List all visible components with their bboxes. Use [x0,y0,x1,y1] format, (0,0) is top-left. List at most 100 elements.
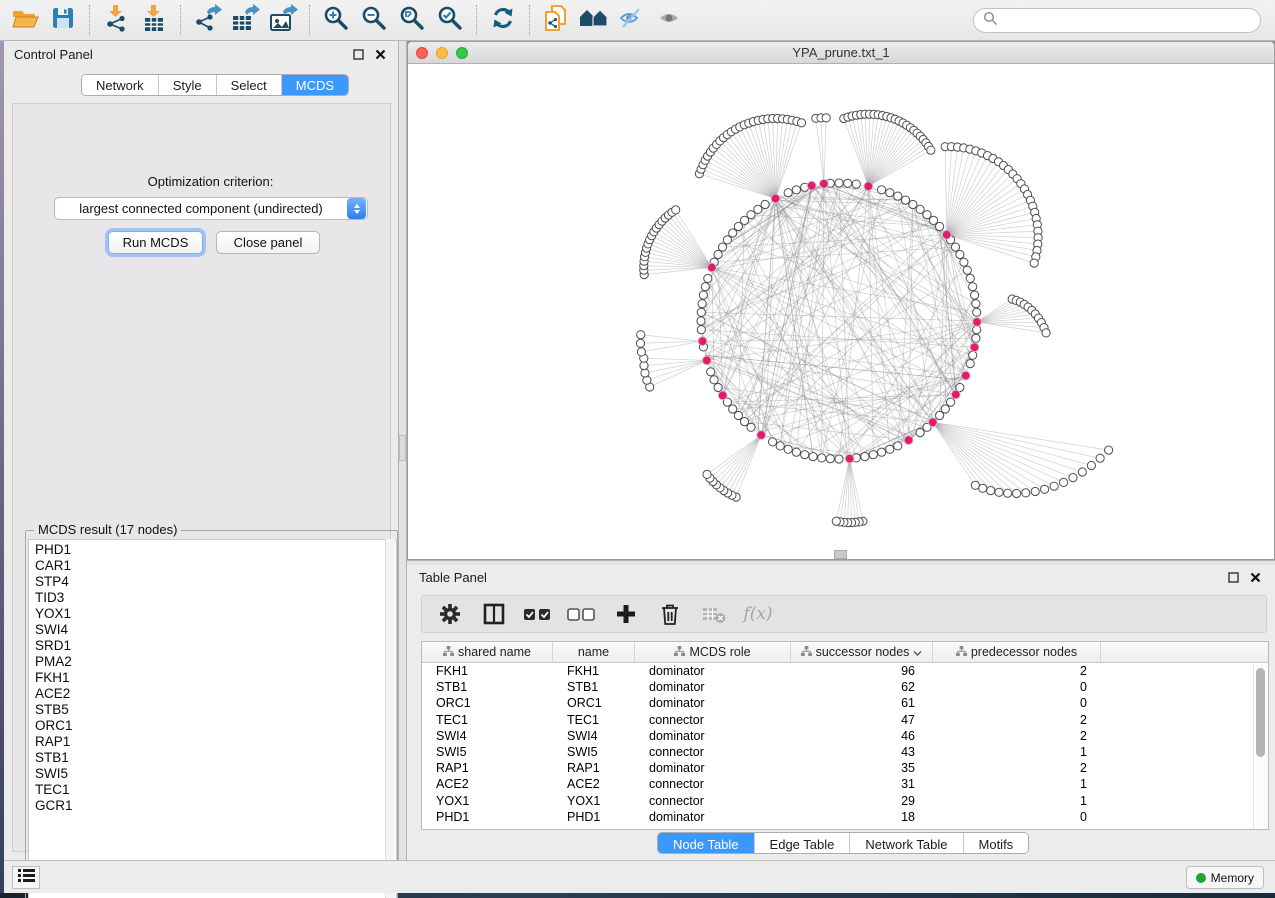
run-mcds-button[interactable]: Run MCDS [108,231,203,254]
save-floppy-icon [51,6,75,35]
export-network-button[interactable] [188,4,226,36]
table-row[interactable]: FKH1FKH1dominator962 [422,663,1268,679]
export-table-button[interactable] [226,4,264,36]
column-header-shared-name[interactable]: shared name [422,642,553,662]
show-all-button[interactable] [651,4,689,36]
hide-selected-button[interactable] [613,4,651,36]
open-session-button[interactable] [6,4,44,36]
zoom-fit-button[interactable] [393,4,431,36]
mcds-result-item[interactable]: ACE2 [35,686,396,702]
table-cell: 2 [933,713,1101,727]
search-input[interactable] [998,13,1238,28]
float-panel-icon[interactable] [350,46,366,62]
delete-column-icon[interactable] [652,599,688,629]
refresh-layout-button[interactable] [484,4,522,36]
tab-node-table[interactable]: Node Table [658,833,754,854]
control-panel-tabs: NetworkStyleSelectMCDS [81,74,349,96]
mcds-result-item[interactable]: SRD1 [35,638,396,654]
mcds-result-item[interactable]: TID3 [35,590,396,606]
search-icon [983,11,998,31]
mcds-result-item[interactable]: YOX1 [35,606,396,622]
column-header-name[interactable]: name [553,642,635,662]
table-scrollbar-thumb[interactable] [1256,668,1265,757]
settings-gear-icon[interactable] [432,599,468,629]
mcds-result-item[interactable]: STP4 [35,574,396,590]
column-header-predecessor-nodes[interactable]: predecessor nodes [933,642,1101,662]
mcds-result-item[interactable]: PMA2 [35,654,396,670]
tab-network[interactable]: Network [82,75,158,95]
table-cell: STB1 [553,680,635,694]
table-row[interactable]: YOX1YOX1connector291 [422,793,1268,809]
mcds-result-item[interactable]: GCR1 [35,798,396,814]
table-cell: 61 [791,696,933,710]
table-row[interactable]: PHD1PHD1dominator180 [422,809,1268,825]
table-row[interactable]: RAP1RAP1dominator352 [422,760,1268,776]
network-canvas[interactable] [408,64,1274,559]
split-pane-handle[interactable] [834,550,847,559]
zoom-out-button[interactable] [355,4,393,36]
show-columns-icon[interactable] [476,599,512,629]
mcds-result-item[interactable]: RAP1 [35,734,396,750]
mcds-result-item[interactable]: STB1 [35,750,396,766]
table-cell: SWI4 [553,729,635,743]
close-panel-icon[interactable] [1247,570,1263,586]
mcds-result-scrollbar[interactable] [385,539,395,898]
tab-mcds[interactable]: MCDS [281,75,348,95]
tab-motifs[interactable]: Motifs [963,833,1029,854]
table-cell: 96 [791,664,933,678]
table-cell: TEC1 [553,713,635,727]
show-eye-icon [656,6,684,35]
splitter-handle[interactable] [399,435,406,461]
column-header-successor-nodes[interactable]: successor nodes [791,642,933,662]
zoom-selected-button[interactable] [431,4,469,36]
duplicate-network-button[interactable] [537,4,575,36]
vertical-splitter[interactable] [399,41,407,860]
export-image-button[interactable] [264,4,302,36]
table-cell: connector [635,794,791,808]
search-field[interactable] [973,8,1261,33]
save-session-button[interactable] [44,4,82,36]
mcds-result-list[interactable]: PHD1CAR1STP4TID3YOX1SWI4SRD1PMA2FKH1ACE2… [28,539,397,898]
task-history-button[interactable] [12,866,40,889]
tab-style[interactable]: Style [158,75,216,95]
table-row[interactable]: SWI5SWI5connector431 [422,744,1268,760]
mcds-result-item[interactable]: FKH1 [35,670,396,686]
table-row[interactable]: SWI4SWI4dominator462 [422,728,1268,744]
delete-table-icon[interactable] [696,599,732,629]
table-scrollbar[interactable] [1253,664,1267,829]
add-column-icon[interactable] [608,599,644,629]
tab-select[interactable]: Select [216,75,281,95]
mcds-result-item[interactable]: CAR1 [35,558,396,574]
table-row[interactable]: STB1STB1dominator620 [422,679,1268,695]
tab-network-table[interactable]: Network Table [849,833,962,854]
node-table: shared namenameMCDS rolesuccessor nodesp… [421,641,1269,830]
import-network-button[interactable] [97,4,135,36]
mcds-result-item[interactable]: TEC1 [35,782,396,798]
tab-edge-table[interactable]: Edge Table [754,833,850,854]
table-cell: 31 [791,777,933,791]
close-panel-icon[interactable] [372,46,388,62]
mcds-result-item[interactable]: STB5 [35,702,396,718]
network-window-titlebar[interactable]: YPA_prune.txt_1 [408,42,1274,64]
select-all-icon[interactable] [520,599,556,629]
close-panel-button[interactable]: Close panel [216,231,320,254]
mcds-result-item[interactable]: SWI4 [35,622,396,638]
zoom-in-button[interactable] [317,4,355,36]
mcds-result-item[interactable]: PHD1 [35,542,396,558]
table-row[interactable]: ORC1ORC1dominator610 [422,695,1268,711]
first-neighbors-button[interactable] [575,4,613,36]
column-header-MCDS-role[interactable]: MCDS role [635,642,791,662]
import-table-button[interactable] [135,4,173,36]
deselect-all-icon[interactable] [564,599,600,629]
float-panel-icon[interactable] [1225,570,1241,586]
memory-button[interactable]: Memory [1186,866,1264,889]
optimization-criterion-select[interactable]: largest connected component (undirected) [54,197,368,220]
mcds-result-item[interactable]: ORC1 [35,718,396,734]
export-network-icon [192,4,222,37]
table-cell: connector [635,745,791,759]
table-row[interactable]: TEC1TEC1connector472 [422,712,1268,728]
mcds-result-item[interactable]: SWI5 [35,766,396,782]
function-builder-icon[interactable]: f(x) [740,599,776,629]
table-row[interactable]: ACE2ACE2connector311 [422,776,1268,792]
duplicate-network-icon [542,4,570,37]
